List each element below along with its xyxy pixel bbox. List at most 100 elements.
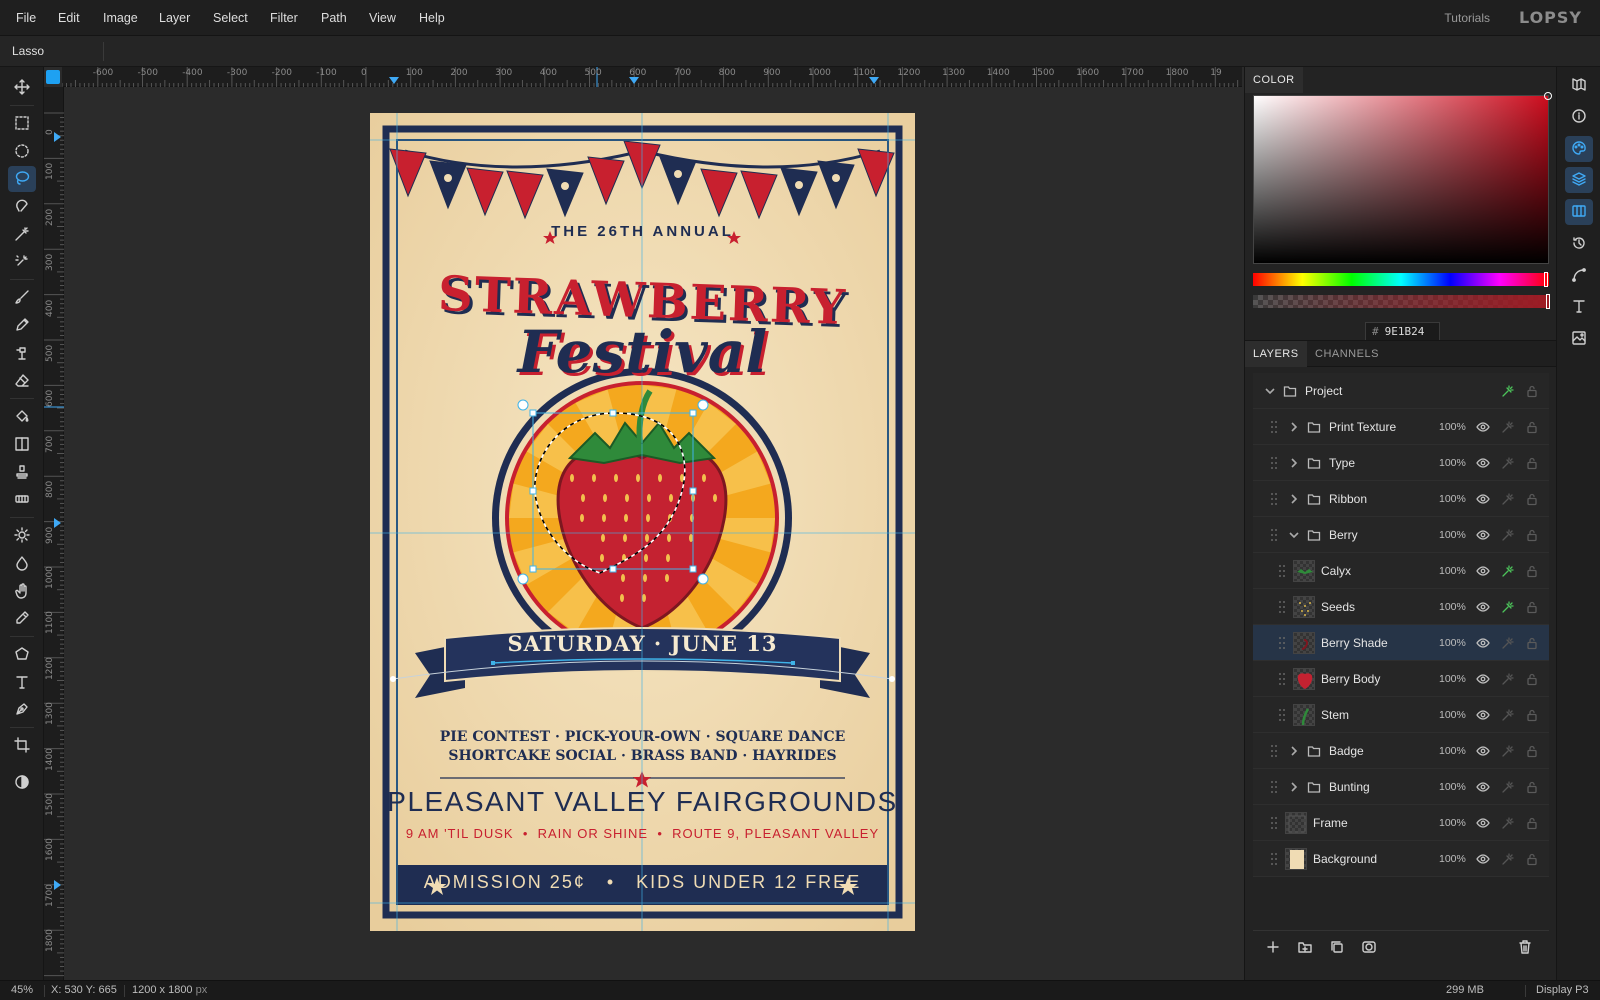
eye-icon[interactable]: [1476, 744, 1490, 758]
eye-icon[interactable]: [1476, 492, 1490, 506]
layer-row-background[interactable]: Background 100%: [1253, 841, 1549, 877]
zoom-level[interactable]: 45%: [11, 981, 33, 1000]
drag-handle-icon[interactable]: [1271, 529, 1279, 541]
mask-layer-button[interactable]: [1361, 939, 1379, 957]
layer-opacity[interactable]: 100%: [1439, 697, 1466, 733]
drag-handle-icon[interactable]: [1271, 457, 1279, 469]
eye-icon[interactable]: [1476, 600, 1490, 614]
layer-row-berry[interactable]: Berry 100%: [1253, 517, 1549, 553]
menu-view[interactable]: View: [369, 0, 396, 36]
layer-opacity[interactable]: 100%: [1439, 769, 1466, 805]
drag-handle-icon[interactable]: [1279, 709, 1287, 721]
eye-icon[interactable]: [1476, 636, 1490, 650]
layer-opacity[interactable]: 100%: [1439, 733, 1466, 769]
layer-row-calyx[interactable]: Calyx 100%: [1253, 553, 1549, 589]
tool-clone[interactable]: [8, 341, 36, 367]
lock-icon[interactable]: [1525, 636, 1539, 650]
effects-icon[interactable]: [1501, 456, 1515, 470]
eye-icon[interactable]: [1476, 708, 1490, 722]
lock-icon[interactable]: [1525, 456, 1539, 470]
layer-opacity[interactable]: 100%: [1439, 661, 1466, 697]
chevron-down-icon[interactable]: [1265, 385, 1275, 395]
lock-icon[interactable]: [1525, 564, 1539, 578]
layer-opacity[interactable]: 100%: [1439, 517, 1466, 553]
tool-gradient[interactable]: [8, 432, 36, 458]
layer-row-print-texture[interactable]: Print Texture 100%: [1253, 409, 1549, 445]
layer-row-berry-body[interactable]: Berry Body 100%: [1253, 661, 1549, 697]
ruler-left[interactable]: 0 100 200 300 400 500 600 700 800 900 1000 1100 1200…: [44, 87, 64, 980]
menu-path[interactable]: Path: [321, 0, 347, 36]
layers-panel-button[interactable]: [1565, 167, 1593, 193]
eye-icon[interactable]: [1476, 672, 1490, 686]
tool-eyedropper[interactable]: [8, 606, 36, 632]
chevron-right-icon[interactable]: [1289, 457, 1299, 468]
paths-panel-button[interactable]: [1565, 263, 1593, 289]
drag-handle-icon[interactable]: [1271, 817, 1279, 829]
hue-slider-handle[interactable]: [1544, 272, 1548, 287]
tab-color[interactable]: COLOR: [1245, 67, 1303, 93]
chevron-down-icon[interactable]: [1289, 529, 1299, 539]
history-panel-button[interactable]: [1565, 231, 1593, 257]
effects-icon[interactable]: [1501, 420, 1515, 434]
effects-icon[interactable]: [1501, 852, 1515, 866]
tool-dodge[interactable]: [8, 523, 36, 549]
chevron-right-icon[interactable]: [1289, 493, 1299, 504]
menu-select[interactable]: Select: [213, 0, 248, 36]
menu-layer[interactable]: Layer: [159, 0, 190, 36]
delete-layer-button[interactable]: [1517, 939, 1535, 957]
ruler-origin-button[interactable]: [46, 70, 60, 84]
layer-row-project[interactable]: Project: [1253, 373, 1549, 409]
tool-crop[interactable]: [8, 733, 36, 759]
effects-icon[interactable]: [1501, 384, 1515, 398]
navigator-panel-button[interactable]: [1565, 72, 1593, 98]
lock-icon[interactable]: [1525, 528, 1539, 542]
tool-text[interactable]: [8, 670, 36, 696]
layer-row-bunting[interactable]: Bunting 100%: [1253, 769, 1549, 805]
tutorials-link[interactable]: Tutorials: [1444, 0, 1490, 36]
chevron-right-icon[interactable]: [1289, 745, 1299, 756]
new-group-button[interactable]: [1297, 939, 1315, 957]
drag-handle-icon[interactable]: [1271, 421, 1279, 433]
hue-slider[interactable]: [1253, 272, 1549, 287]
chevron-right-icon[interactable]: [1289, 781, 1299, 792]
alpha-slider[interactable]: [1253, 294, 1550, 309]
tool-ellipse-select[interactable]: [8, 139, 36, 165]
image-panel-button[interactable]: [1565, 326, 1593, 352]
tool-heal[interactable]: [8, 487, 36, 513]
drag-handle-icon[interactable]: [1279, 637, 1287, 649]
hex-input[interactable]: #9E1B24: [1365, 322, 1440, 341]
eye-icon[interactable]: [1476, 420, 1490, 434]
color-saturation-picker[interactable]: [1253, 92, 1552, 264]
layer-row-badge[interactable]: Badge 100%: [1253, 733, 1549, 769]
lock-icon[interactable]: [1525, 600, 1539, 614]
lock-icon[interactable]: [1525, 780, 1539, 794]
lock-icon[interactable]: [1525, 744, 1539, 758]
layer-opacity[interactable]: 100%: [1439, 553, 1466, 589]
eye-icon[interactable]: [1476, 852, 1490, 866]
tab-channels[interactable]: CHANNELS: [1307, 341, 1387, 367]
color-picker-handle[interactable]: [1544, 92, 1552, 100]
eye-icon[interactable]: [1476, 816, 1490, 830]
ruler-top[interactable]: -600 -500 -400 -300 -200 -100 0 100 200 300 400 500…: [62, 67, 1242, 87]
layer-row-berry-shade[interactable]: Berry Shade 100%: [1253, 625, 1549, 661]
tool-contrast[interactable]: [8, 770, 36, 796]
effects-icon[interactable]: [1501, 492, 1515, 506]
tab-layers[interactable]: LAYERS: [1245, 341, 1307, 367]
menu-help[interactable]: Help: [419, 0, 445, 36]
effects-icon[interactable]: [1501, 708, 1515, 722]
effects-icon[interactable]: [1501, 636, 1515, 650]
effects-icon[interactable]: [1501, 564, 1515, 578]
lock-icon[interactable]: [1525, 384, 1539, 398]
drag-handle-icon[interactable]: [1279, 601, 1287, 613]
menu-file[interactable]: File: [16, 0, 36, 36]
lock-icon[interactable]: [1525, 816, 1539, 830]
layer-row-stem[interactable]: Stem 100%: [1253, 697, 1549, 733]
lock-icon[interactable]: [1525, 492, 1539, 506]
color-panel-button[interactable]: [1565, 136, 1593, 162]
layer-opacity[interactable]: 100%: [1439, 589, 1466, 625]
effects-icon[interactable]: [1501, 816, 1515, 830]
layer-opacity[interactable]: 100%: [1439, 625, 1466, 661]
tool-smudge[interactable]: [8, 579, 36, 605]
lock-icon[interactable]: [1525, 420, 1539, 434]
effects-icon[interactable]: [1501, 672, 1515, 686]
